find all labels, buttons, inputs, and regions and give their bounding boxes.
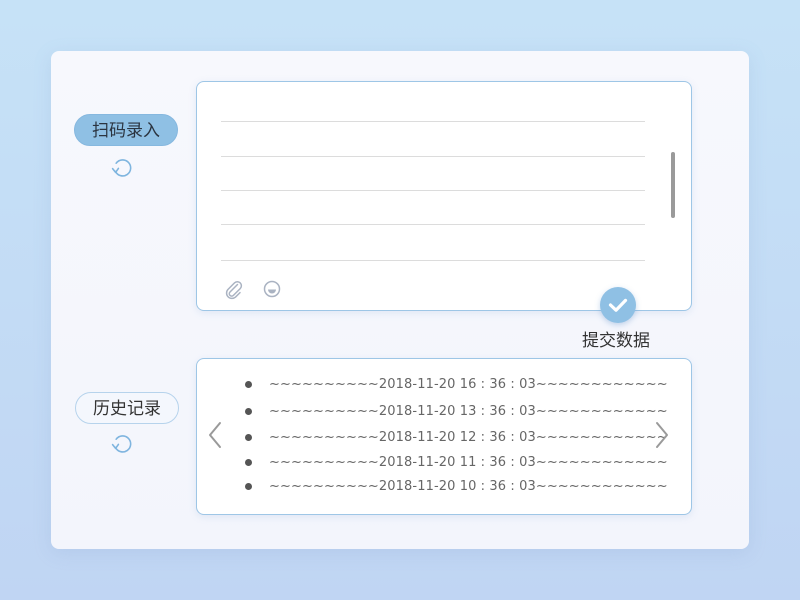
submit-button[interactable] xyxy=(600,287,636,323)
bullet xyxy=(245,433,252,441)
scrollbar[interactable] xyxy=(671,152,675,218)
chevron-left-icon[interactable] xyxy=(207,420,223,450)
history-record[interactable]: ~~~~~~~~~~2018-11-20 12 : 36 : 03~~~~~~~… xyxy=(245,427,668,447)
bullet xyxy=(245,482,252,490)
history-record[interactable]: ~~~~~~~~~~2018-11-20 10 : 36 : 03~~~~~~~… xyxy=(245,476,668,496)
refresh-icon[interactable] xyxy=(109,155,135,181)
refresh-icon[interactable] xyxy=(109,431,135,457)
bullet xyxy=(245,380,252,388)
scan-entry-button[interactable]: 扫码录入 xyxy=(74,114,178,146)
history-panel: ~~~~~~~~~~2018-11-20 16 : 36 : 03~~~~~~~… xyxy=(196,358,692,515)
input-line xyxy=(221,156,645,157)
history-record[interactable]: ~~~~~~~~~~2018-11-20 13 : 36 : 03~~~~~~~… xyxy=(245,401,668,421)
bullet xyxy=(245,407,252,415)
chevron-right-icon[interactable] xyxy=(654,420,670,450)
input-line xyxy=(221,121,645,122)
input-line xyxy=(221,190,645,191)
check-icon xyxy=(608,298,628,312)
history-record-text: ~~~~~~~~~~2018-11-20 13 : 36 : 03~~~~~~~… xyxy=(269,403,668,419)
input-line xyxy=(221,224,645,225)
emoji-icon[interactable] xyxy=(261,278,283,300)
history-record[interactable]: ~~~~~~~~~~2018-11-20 16 : 36 : 03~~~~~~~… xyxy=(245,374,668,394)
history-record-text: ~~~~~~~~~~2018-11-20 12 : 36 : 03~~~~~~~… xyxy=(269,429,668,445)
paperclip-icon[interactable] xyxy=(223,278,245,300)
history-record[interactable]: ~~~~~~~~~~2018-11-20 11 : 36 : 03~~~~~~~… xyxy=(245,452,668,472)
scan-input-panel[interactable] xyxy=(196,81,692,311)
history-record-text: ~~~~~~~~~~2018-11-20 11 : 36 : 03~~~~~~~… xyxy=(269,454,668,470)
submit-label[interactable]: 提交数据 xyxy=(582,326,650,351)
history-record-text: ~~~~~~~~~~2018-11-20 16 : 36 : 03~~~~~~~… xyxy=(269,376,668,392)
history-button[interactable]: 历史记录 xyxy=(75,392,179,424)
history-record-text: ~~~~~~~~~~2018-11-20 10 : 36 : 03~~~~~~~… xyxy=(269,478,668,494)
bullet xyxy=(245,458,252,466)
input-line xyxy=(221,260,645,261)
